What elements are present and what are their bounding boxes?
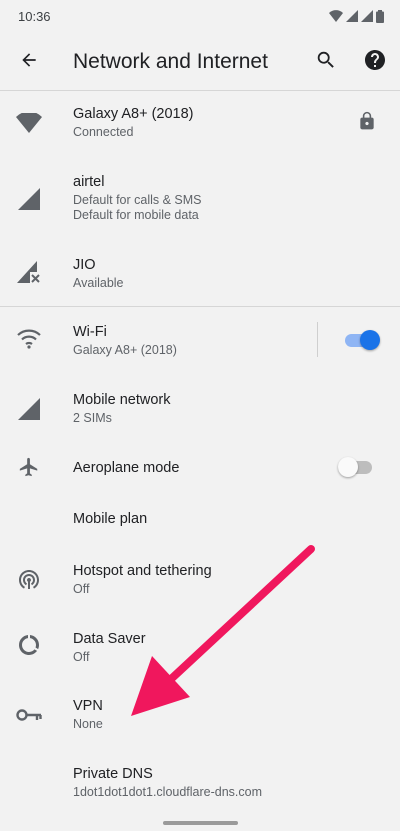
wifi-toggle-separator bbox=[317, 322, 318, 357]
lock-icon bbox=[355, 109, 379, 133]
page-title: Network and Internet bbox=[73, 50, 268, 73]
setting-title: Mobile plan bbox=[73, 511, 148, 527]
network-item-airtel[interactable]: airtel Default for calls & SMS Default f… bbox=[0, 160, 400, 240]
setting-title: Private DNS bbox=[73, 766, 153, 782]
cell-signal-no-service-icon bbox=[15, 258, 43, 286]
cell-signal-icon bbox=[15, 395, 43, 423]
wifi-toggle[interactable] bbox=[345, 330, 381, 350]
setting-title: Hotspot and tethering bbox=[73, 563, 212, 579]
cell-signal-icon bbox=[15, 185, 43, 213]
setting-subtitle: 2 SIMs bbox=[73, 411, 112, 425]
network-item-jio[interactable]: JIO Available bbox=[0, 240, 400, 304]
status-signal-icon bbox=[346, 10, 358, 22]
help-icon bbox=[365, 50, 385, 70]
setting-private-dns[interactable]: Private DNS 1dot1dot1dot1.cloudflare-dns… bbox=[0, 749, 400, 815]
search-icon bbox=[317, 51, 334, 68]
wifi-icon bbox=[15, 325, 43, 353]
setting-vpn[interactable]: VPN None bbox=[0, 681, 400, 747]
setting-subtitle: Off bbox=[73, 582, 90, 596]
status-bar: 10:36 bbox=[0, 0, 400, 32]
network-subtitle: Available bbox=[73, 276, 124, 290]
search-button[interactable] bbox=[312, 46, 340, 74]
back-button[interactable] bbox=[14, 45, 44, 75]
setting-mobile-network[interactable]: Mobile network 2 SIMs bbox=[0, 375, 400, 441]
setting-title: Wi-Fi bbox=[73, 324, 107, 340]
back-arrow-icon bbox=[22, 53, 36, 67]
setting-subtitle: Galaxy A8+ (2018) bbox=[73, 343, 177, 357]
setting-title: VPN bbox=[73, 698, 103, 714]
network-item-galaxy[interactable]: Galaxy A8+ (2018) Connected bbox=[0, 91, 400, 157]
network-subtitle: Connected bbox=[73, 125, 134, 139]
network-title: airtel bbox=[73, 174, 105, 190]
vpn-key-icon bbox=[15, 701, 43, 729]
setting-data-saver[interactable]: Data Saver Off bbox=[0, 613, 400, 679]
wifi-signal-icon bbox=[15, 109, 43, 137]
setting-wifi[interactable]: Wi-Fi Galaxy A8+ (2018) bbox=[0, 307, 400, 373]
help-button[interactable] bbox=[361, 46, 389, 74]
setting-title: Mobile network bbox=[73, 392, 171, 408]
setting-title: Aeroplane mode bbox=[73, 460, 180, 476]
setting-hotspot[interactable]: Hotspot and tethering Off bbox=[0, 545, 400, 611]
setting-subtitle: None bbox=[73, 717, 103, 731]
app-bar: Network and Internet bbox=[0, 32, 400, 90]
network-subtitle-line2: Default for mobile data bbox=[73, 208, 199, 222]
setting-subtitle: Off bbox=[73, 650, 90, 664]
status-icons bbox=[329, 8, 384, 24]
status-wifi-icon bbox=[329, 10, 343, 22]
battery-icon bbox=[376, 9, 384, 23]
status-signal-2-icon bbox=[361, 10, 373, 22]
hotspot-icon bbox=[15, 565, 43, 593]
setting-subtitle: 1dot1dot1dot1.cloudflare-dns.com bbox=[73, 785, 263, 799]
network-subtitle-line1: Default for calls & SMS bbox=[73, 193, 202, 207]
data-saver-icon bbox=[15, 631, 43, 659]
network-title: Galaxy A8+ (2018) bbox=[73, 106, 194, 122]
aeroplane-icon bbox=[15, 453, 43, 481]
setting-mobile-plan[interactable]: Mobile plan bbox=[0, 493, 400, 543]
status-time: 10:36 bbox=[18, 9, 51, 24]
network-title: JIO bbox=[73, 257, 96, 273]
setting-title: Data Saver bbox=[73, 631, 146, 647]
aeroplane-toggle[interactable] bbox=[338, 457, 374, 477]
home-indicator[interactable] bbox=[163, 821, 238, 825]
